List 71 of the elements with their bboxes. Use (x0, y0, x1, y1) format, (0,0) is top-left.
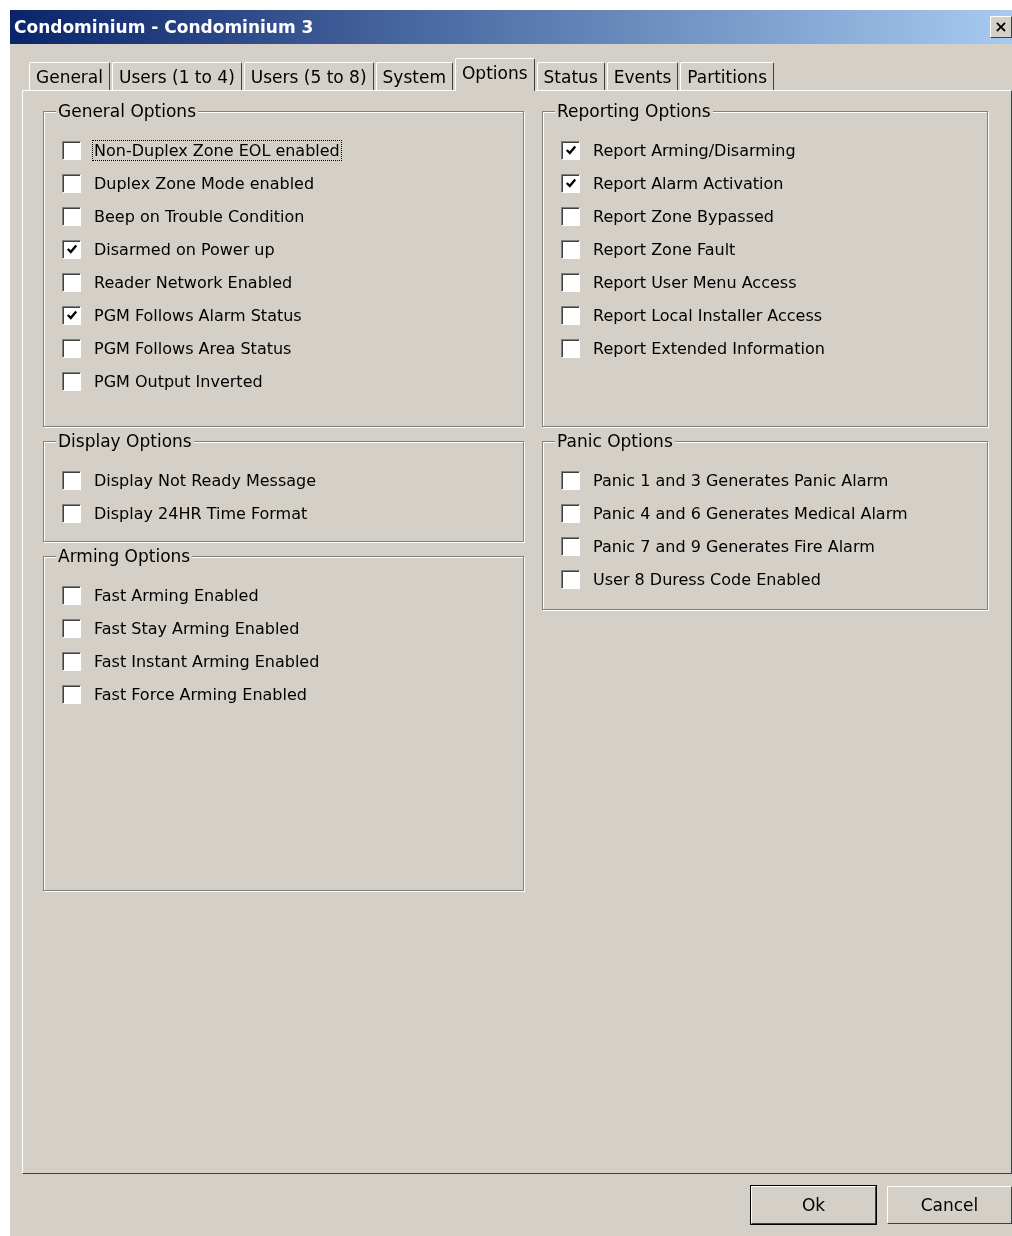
checkbox[interactable] (561, 536, 580, 556)
checkbox-label[interactable]: Panic 1 and 3 Generates Panic Alarm (591, 469, 891, 491)
tab[interactable]: General (29, 62, 110, 90)
close-button[interactable]: × (990, 16, 1012, 38)
checkbox[interactable] (62, 470, 81, 490)
checkbox[interactable] (62, 272, 81, 292)
checkbox[interactable] (62, 305, 81, 325)
tab[interactable]: Users (5 to 8) (243, 62, 374, 90)
checkbox[interactable] (62, 684, 81, 704)
checkbox-label[interactable]: Report Local Installer Access (591, 304, 825, 326)
checkbox[interactable] (561, 272, 580, 292)
checkbox-label[interactable]: Display 24HR Time Format (92, 502, 310, 524)
tab[interactable]: Events (606, 62, 679, 90)
check-icon (65, 309, 78, 321)
checkbox[interactable] (62, 338, 81, 358)
checkbox[interactable] (62, 503, 81, 523)
checkbox[interactable] (62, 585, 81, 605)
group-title: Display Options (56, 431, 194, 451)
checkbox[interactable] (62, 651, 81, 671)
checkbox[interactable] (62, 618, 81, 638)
checkbox-label[interactable]: Reader Network Enabled (92, 271, 295, 293)
check-icon (564, 177, 577, 189)
checkbox-label[interactable]: Fast Instant Arming Enabled (92, 650, 322, 672)
checkbox-label[interactable]: Report Alarm Activation (591, 172, 786, 194)
checkbox[interactable] (561, 569, 580, 589)
checkbox-label[interactable]: Report Zone Fault (591, 238, 738, 260)
checkbox[interactable] (561, 239, 580, 259)
checkbox[interactable] (561, 173, 580, 193)
checkbox[interactable] (561, 338, 580, 358)
checkbox-label[interactable]: Panic 4 and 6 Generates Medical Alarm (591, 502, 910, 524)
tab[interactable]: System (375, 62, 453, 90)
group-title: Panic Options (555, 431, 675, 451)
dialog-button[interactable]: Ok (751, 1186, 876, 1224)
checkbox[interactable] (561, 470, 580, 490)
tab[interactable]: Options (454, 58, 535, 91)
checkbox[interactable] (62, 140, 81, 160)
checkbox-label[interactable]: User 8 Duress Code Enabled (591, 568, 823, 590)
checkbox[interactable] (62, 206, 81, 226)
tab[interactable]: Status (536, 62, 605, 90)
checkbox-label[interactable]: Non-Duplex Zone EOL enabled (92, 139, 342, 161)
checkbox-label[interactable]: Display Not Ready Message (92, 469, 319, 491)
checkbox-label[interactable]: Report Zone Bypassed (591, 205, 777, 227)
group-title: Arming Options (56, 546, 193, 566)
checkbox-label[interactable]: Fast Force Arming Enabled (92, 683, 309, 705)
checkbox-label[interactable]: PGM Output Inverted (92, 370, 265, 392)
checkbox[interactable] (62, 173, 81, 193)
tab[interactable]: Users (1 to 4) (112, 62, 242, 90)
group-title: General Options (56, 101, 198, 121)
check-icon (564, 144, 577, 156)
tab[interactable]: Partitions (680, 62, 774, 90)
group-title: Reporting Options (555, 101, 713, 121)
checkbox[interactable] (561, 305, 580, 325)
checkbox[interactable] (561, 140, 580, 160)
checkbox-label[interactable]: Fast Stay Arming Enabled (92, 617, 302, 639)
checkbox-label[interactable]: Report Extended Information (591, 337, 827, 359)
checkbox-label[interactable]: PGM Follows Alarm Status (92, 304, 304, 326)
checkbox[interactable] (561, 206, 580, 226)
checkbox-label[interactable]: Fast Arming Enabled (92, 584, 261, 606)
dialog-button[interactable]: Cancel (887, 1186, 1012, 1224)
checkbox[interactable] (561, 503, 580, 523)
checkbox[interactable] (62, 371, 81, 391)
checkbox-label[interactable]: Report Arming/Disarming (591, 139, 798, 161)
checkbox-label[interactable]: PGM Follows Area Status (92, 337, 294, 359)
checkbox-label[interactable]: Beep on Trouble Condition (92, 205, 307, 227)
checkbox-label[interactable]: Report User Menu Access (591, 271, 799, 293)
check-icon (65, 243, 78, 255)
checkbox[interactable] (62, 239, 81, 259)
checkbox-label[interactable]: Panic 7 and 9 Generates Fire Alarm (591, 535, 877, 557)
checkbox-label[interactable]: Disarmed on Power up (92, 238, 277, 260)
window-title: Condominium - Condominium 3 (14, 17, 314, 37)
checkbox-label[interactable]: Duplex Zone Mode enabled (92, 172, 317, 194)
